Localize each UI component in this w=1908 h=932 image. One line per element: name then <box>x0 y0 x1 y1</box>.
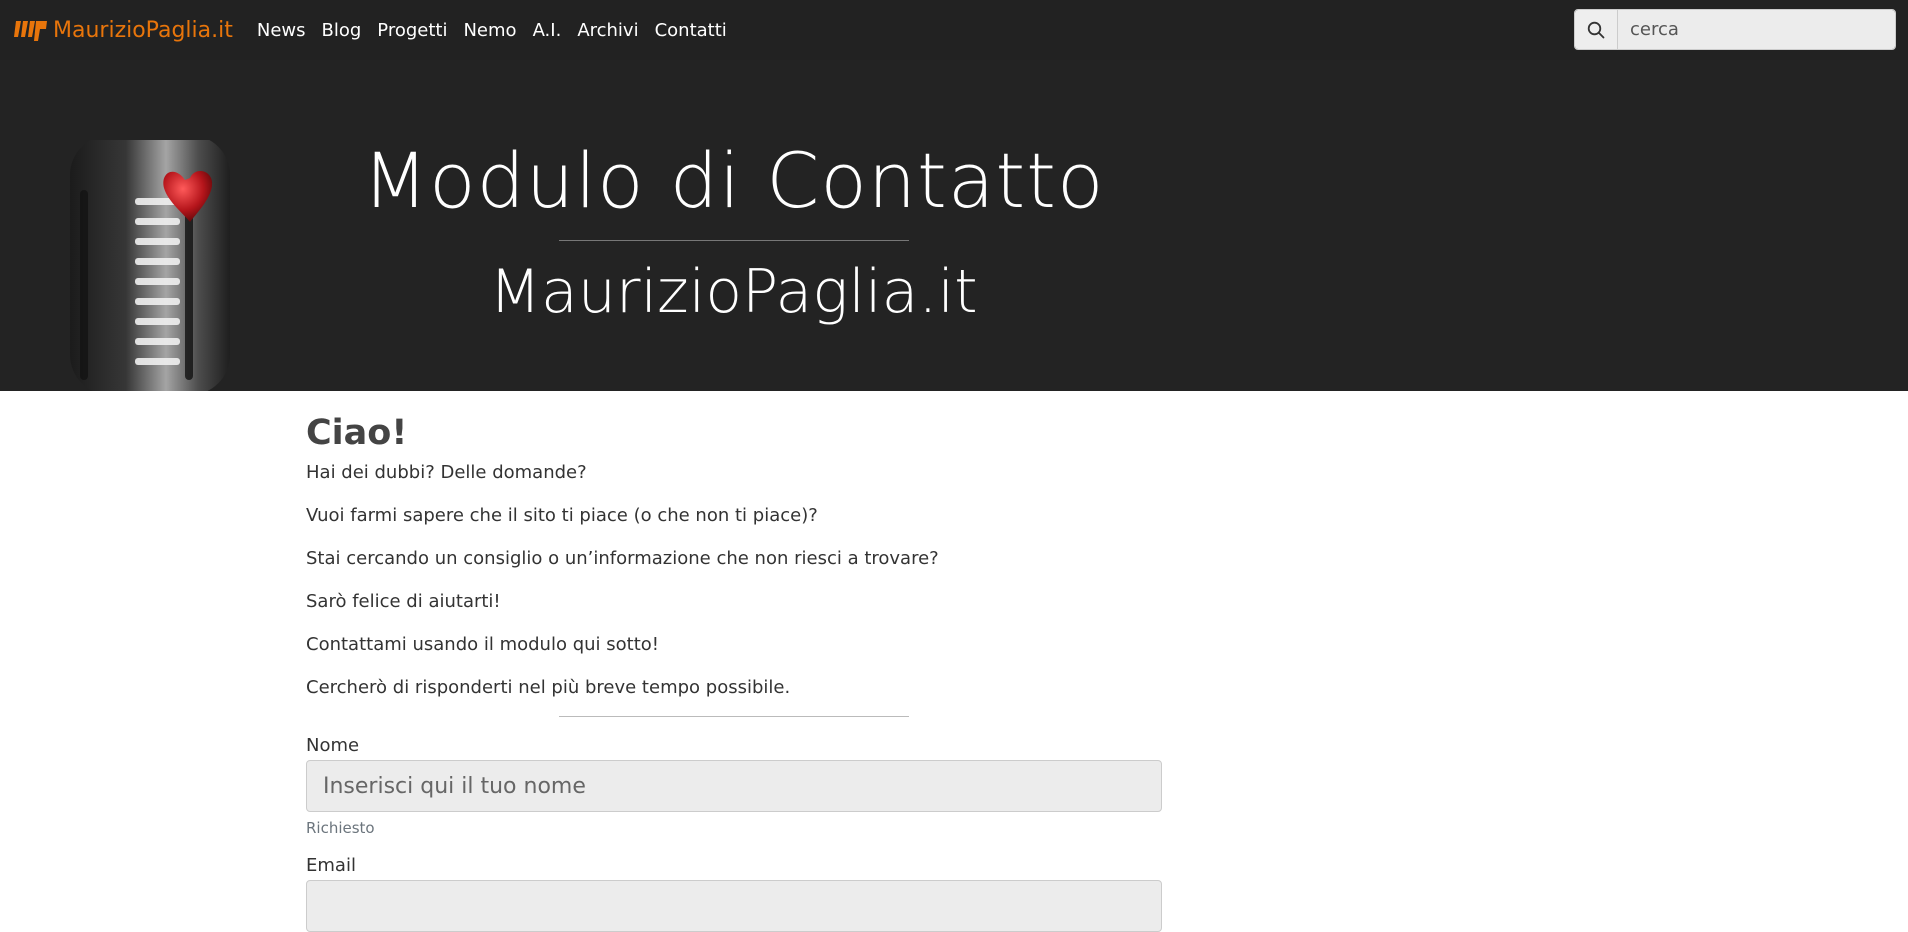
intro-paragraph: Hai dei dubbi? Delle domande? <box>306 462 587 483</box>
brand-name: MaurizioPaglia.it <box>53 17 233 43</box>
name-field[interactable] <box>306 760 1162 812</box>
section-divider <box>559 716 909 717</box>
nav-link-progetti[interactable]: Progetti <box>377 20 447 41</box>
intro-paragraph: Vuoi farmi sapere che il sito ti piace (… <box>306 505 818 526</box>
nav-link-blog[interactable]: Blog <box>322 20 362 41</box>
intro-paragraph: Contattami usando il modulo qui sotto! <box>306 634 659 655</box>
brand-link[interactable]: MaurizioPaglia.it <box>14 17 233 43</box>
hero-divider <box>559 240 909 241</box>
intro-paragraph: Sarò felice di aiutarti! <box>306 591 501 612</box>
name-required-hint: Richiesto <box>306 819 375 837</box>
search-box <box>1574 9 1896 50</box>
hero-subtitle: MaurizioPaglia.it <box>489 257 978 327</box>
nav-link-ai[interactable]: A.I. <box>533 20 562 41</box>
top-navbar: MaurizioPaglia.it News Blog Progetti Nem… <box>0 0 1908 60</box>
hero-banner: Modulo di Contatto MaurizioPaglia.it <box>0 60 1908 391</box>
main-content: Ciao! Hai dei dubbi? Delle domande? Vuoi… <box>306 391 1162 932</box>
nav-link-nemo[interactable]: Nemo <box>463 20 516 41</box>
nav-link-news[interactable]: News <box>257 20 306 41</box>
greeting-heading: Ciao! <box>306 413 408 453</box>
nav-link-archivi[interactable]: Archivi <box>577 20 638 41</box>
nav-link-contatti[interactable]: Contatti <box>655 20 727 41</box>
intro-paragraph: Stai cercando un consiglio o un’informaz… <box>306 548 939 569</box>
intro-paragraph: Cercherò di risponderti nel più breve te… <box>306 677 791 698</box>
contact-form: Nome Richiesto Email <box>306 735 1162 932</box>
search-button[interactable] <box>1575 10 1618 49</box>
main-nav: News Blog Progetti Nemo A.I. Archivi Con… <box>257 20 743 41</box>
name-field-label: Nome <box>306 735 360 756</box>
search-input[interactable] <box>1618 10 1895 49</box>
email-field[interactable] <box>306 880 1162 932</box>
hero-title: Modulo di Contatto <box>362 136 1105 225</box>
brand-logo-icon <box>14 21 47 41</box>
email-field-label: Email <box>306 855 356 876</box>
search-icon <box>1587 21 1605 38</box>
